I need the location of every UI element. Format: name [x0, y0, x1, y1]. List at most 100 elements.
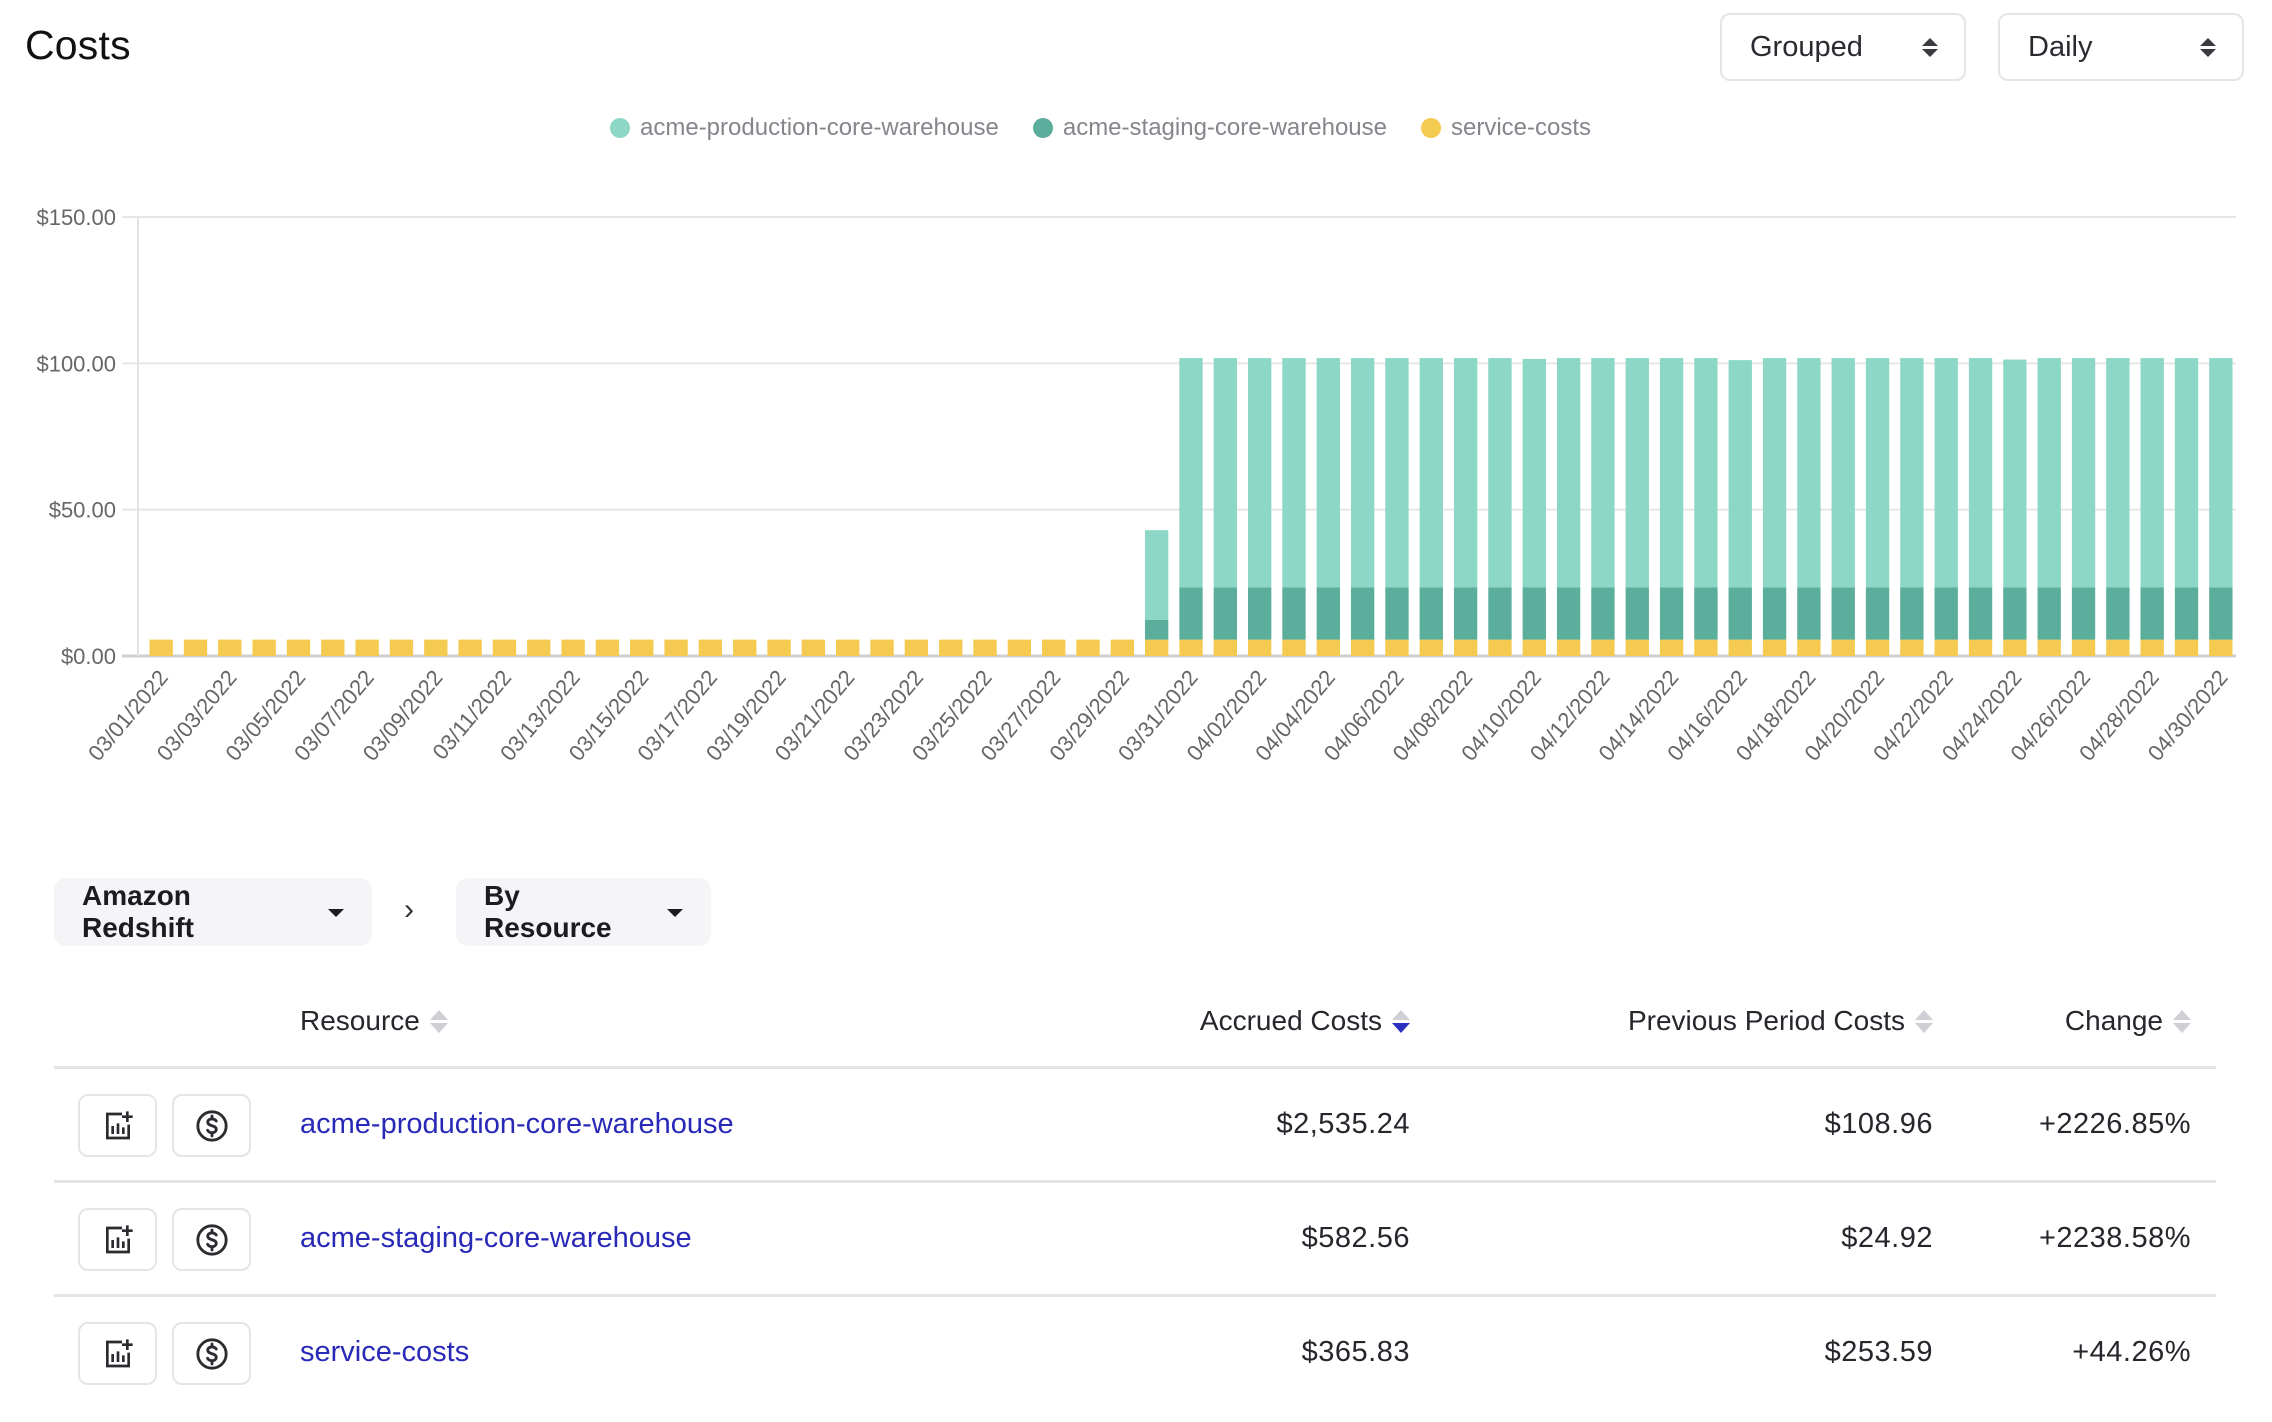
bar-segment-acme-production-core-warehouse	[2209, 358, 2233, 588]
legend-dot-icon	[610, 118, 630, 138]
table-body: acme-production-core-warehouse $2,535.24…	[54, 1069, 2216, 1411]
legend-label: acme-production-core-warehouse	[640, 114, 999, 141]
change-cell: +2226.85%	[2038, 1108, 2191, 1140]
bar-segment-acme-staging-core-warehouse	[1419, 587, 1443, 640]
bar-segment-service-costs	[252, 639, 276, 656]
dollar-circle-icon	[195, 1337, 228, 1370]
bar-segment-acme-production-core-warehouse	[1625, 358, 1649, 588]
table-row: acme-production-core-warehouse $2,535.24…	[54, 1069, 2216, 1183]
legend-label: acme-staging-core-warehouse	[1062, 114, 1387, 141]
bar-segment-service-costs	[1488, 639, 1512, 656]
table-header: Resource Accrued Costs Previous Period C…	[54, 985, 2216, 1069]
resource-link[interactable]: service-costs	[300, 1336, 469, 1369]
bar-segment-service-costs	[2037, 639, 2061, 656]
bar-segment-acme-staging-core-warehouse	[1282, 587, 1306, 640]
bar-segment-service-costs	[1728, 639, 1752, 656]
grouping-filter-dropdown[interactable]: By Resource	[456, 878, 711, 946]
bar-segment-service-costs	[836, 639, 860, 656]
bar-segment-service-costs	[2140, 639, 2164, 656]
column-header-previous-period-costs[interactable]: Previous Period Costs	[1628, 1005, 1933, 1037]
bar-segment-acme-production-core-warehouse	[1385, 358, 1409, 588]
bar-segment-service-costs	[1659, 639, 1684, 656]
bar-segment-acme-staging-core-warehouse	[2106, 587, 2130, 640]
legend-dot-icon	[1421, 118, 1441, 138]
bar-segment-service-costs	[698, 639, 723, 656]
resource-link[interactable]: acme-production-core-warehouse	[300, 1108, 734, 1141]
cost-details-button[interactable]	[172, 1208, 251, 1271]
resource-link[interactable]: acme-staging-core-warehouse	[300, 1222, 692, 1255]
bar-segment-service-costs	[1694, 639, 1718, 656]
bar-segment-acme-staging-core-warehouse	[1968, 587, 1993, 640]
bar-segment-acme-staging-core-warehouse	[1179, 587, 1203, 640]
column-header-change[interactable]: Change	[2065, 1005, 2191, 1037]
bar-segment-acme-production-core-warehouse	[1934, 358, 1958, 588]
bar-segment-service-costs	[1934, 639, 1958, 656]
legend-item-production[interactable]: acme-production-core-warehouse	[610, 114, 999, 142]
previous-period-costs-cell: $108.96	[1824, 1108, 1933, 1140]
bar-segment-acme-production-core-warehouse	[2071, 358, 2096, 588]
bar-segment-acme-production-core-warehouse	[1831, 358, 1855, 588]
bar-segment-service-costs	[1213, 639, 1237, 656]
column-header-label: Resource	[300, 1005, 420, 1036]
bar-segment-service-costs	[904, 639, 929, 656]
bar-segment-acme-production-core-warehouse	[1247, 358, 1272, 588]
bar-segment-acme-production-core-warehouse	[1659, 358, 1684, 588]
bar-segment-service-costs	[1179, 639, 1203, 656]
bar-segment-service-costs	[1900, 639, 1924, 656]
bar-segment-service-costs	[595, 639, 620, 656]
bar-segment-acme-staging-core-warehouse	[2003, 587, 2027, 640]
service-filter-dropdown[interactable]: Amazon Redshift	[54, 878, 372, 946]
bar-segment-service-costs	[870, 639, 894, 656]
bar-segment-acme-staging-core-warehouse	[1350, 587, 1375, 640]
legend-item-staging[interactable]: acme-staging-core-warehouse	[1032, 114, 1387, 142]
bar-segment-service-costs	[2071, 639, 2096, 656]
cost-details-button[interactable]	[172, 1094, 251, 1157]
bar-segment-service-costs	[321, 639, 345, 656]
bar-segment-acme-staging-core-warehouse	[1625, 587, 1649, 640]
bar-segment-service-costs	[2209, 639, 2233, 656]
bar-segment-service-costs	[1282, 639, 1306, 656]
y-tick-label: $100.00	[36, 351, 116, 376]
add-to-chart-button[interactable]	[78, 1094, 157, 1157]
bar-segment-acme-production-core-warehouse	[1694, 358, 1718, 588]
bar-segment-acme-production-core-warehouse	[1522, 358, 1546, 588]
page-title: Costs	[25, 22, 131, 68]
change-cell: +44.26%	[2072, 1336, 2191, 1368]
column-header-accrued-costs[interactable]: Accrued Costs	[1200, 1005, 1410, 1037]
legend-label: service-costs	[1451, 114, 1592, 141]
add-to-chart-button[interactable]	[78, 1322, 157, 1385]
add-to-chart-button[interactable]	[78, 1208, 157, 1271]
bar-segment-service-costs	[1007, 639, 1032, 656]
table-row: acme-staging-core-warehouse $582.56 $24.…	[54, 1183, 2216, 1297]
bar-segment-acme-staging-core-warehouse	[2071, 587, 2096, 640]
chart-add-icon	[105, 1224, 133, 1253]
bar-segment-acme-staging-core-warehouse	[1659, 587, 1684, 640]
bar-segment-service-costs	[973, 639, 997, 656]
cost-details-button[interactable]	[172, 1322, 251, 1385]
previous-period-costs-cell: $253.59	[1824, 1336, 1933, 1368]
bar-segment-service-costs	[149, 639, 173, 656]
sort-icon	[2173, 1009, 2191, 1033]
select-arrows-icon	[1922, 37, 1938, 57]
legend-item-service-costs[interactable]: service-costs	[1421, 114, 1591, 142]
granularity-select[interactable]: Daily	[1998, 13, 2244, 81]
dollar-circle-icon	[195, 1109, 228, 1142]
bar-segment-service-costs	[183, 639, 208, 656]
chart-add-icon	[105, 1338, 133, 1367]
bar-segment-acme-staging-core-warehouse	[1865, 587, 1890, 640]
grouping-filter-label: By Resource	[484, 880, 612, 943]
bar-segment-acme-staging-core-warehouse	[1556, 587, 1581, 640]
bar-segment-acme-production-core-warehouse	[1350, 358, 1375, 588]
bar-segment-service-costs	[767, 639, 791, 656]
grouping-select[interactable]: Grouped	[1720, 13, 1966, 81]
bar-segment-service-costs	[561, 639, 585, 656]
bar-segment-acme-staging-core-warehouse	[1145, 619, 1169, 640]
change-cell: +2238.58%	[2038, 1222, 2191, 1254]
bar-segment-service-costs	[286, 639, 311, 656]
chart-add-icon	[105, 1110, 133, 1139]
bar-segment-acme-staging-core-warehouse	[1316, 587, 1340, 640]
bar-segment-acme-staging-core-warehouse	[1385, 587, 1409, 640]
bar-segment-acme-staging-core-warehouse	[1900, 587, 1924, 640]
bar-segment-service-costs	[1385, 639, 1409, 656]
column-header-resource[interactable]: Resource	[300, 1005, 448, 1037]
